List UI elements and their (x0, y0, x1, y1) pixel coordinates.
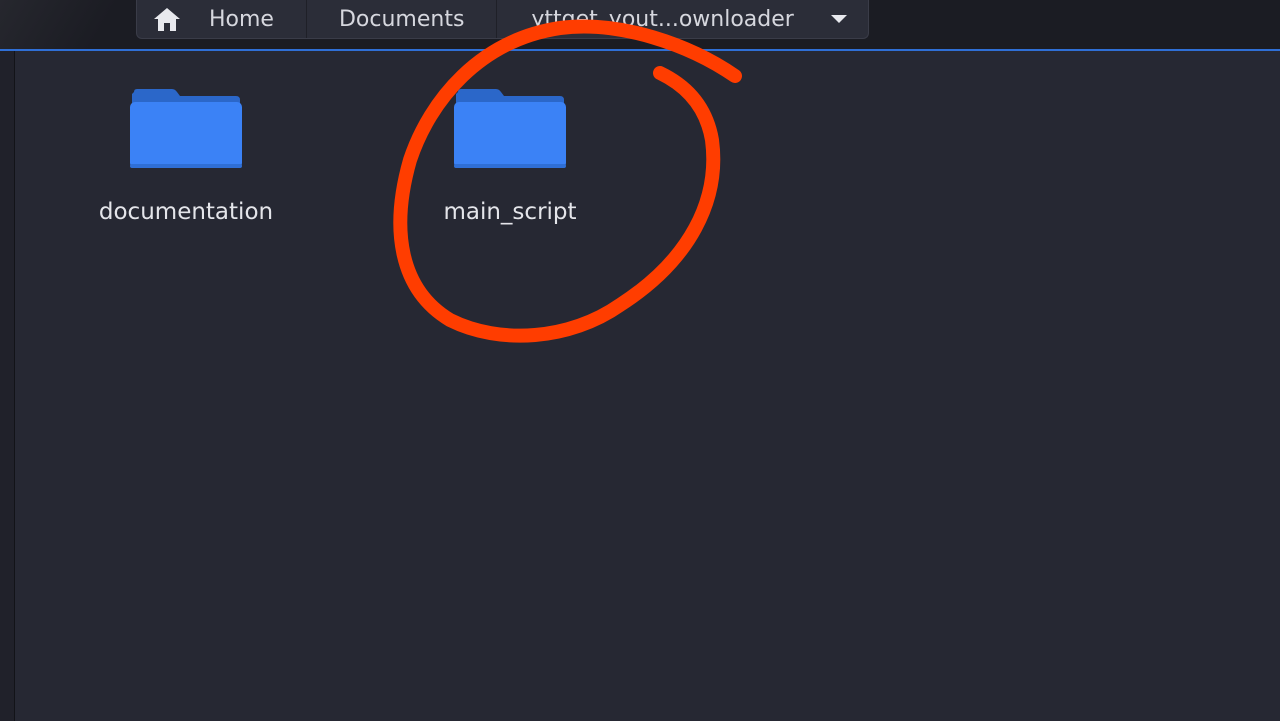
folder-name: documentation (98, 199, 274, 225)
breadcrumb-documents[interactable]: Documents (307, 0, 498, 38)
folder-item-main-script[interactable]: main_script (420, 88, 600, 230)
breadcrumb-current-label: yttget_yout...ownloader (531, 6, 794, 32)
breadcrumb: Home Documents yttget_yout...ownloader (136, 0, 869, 39)
folder-item-documentation[interactable]: documentation (96, 88, 276, 230)
folder-icon (130, 89, 242, 168)
breadcrumb-documents-label: Documents (338, 6, 465, 32)
file-manager-window: Home Documents yttget_yout...ownloader d… (0, 0, 1280, 721)
chevron-down-icon[interactable] (830, 13, 848, 25)
header-decoration (0, 0, 140, 50)
folder-icon (454, 89, 566, 168)
breadcrumb-current-folder[interactable]: yttget_yout...ownloader (497, 0, 867, 38)
sidebar-edge[interactable] (0, 51, 15, 721)
breadcrumb-home-label: Home (209, 6, 274, 32)
home-icon (154, 8, 180, 31)
folder-name: main_script (443, 199, 577, 225)
file-view: documentation main_script (15, 51, 1280, 721)
breadcrumb-home[interactable]: Home (137, 0, 307, 38)
header-bar: Home Documents yttget_yout...ownloader (0, 0, 1280, 50)
